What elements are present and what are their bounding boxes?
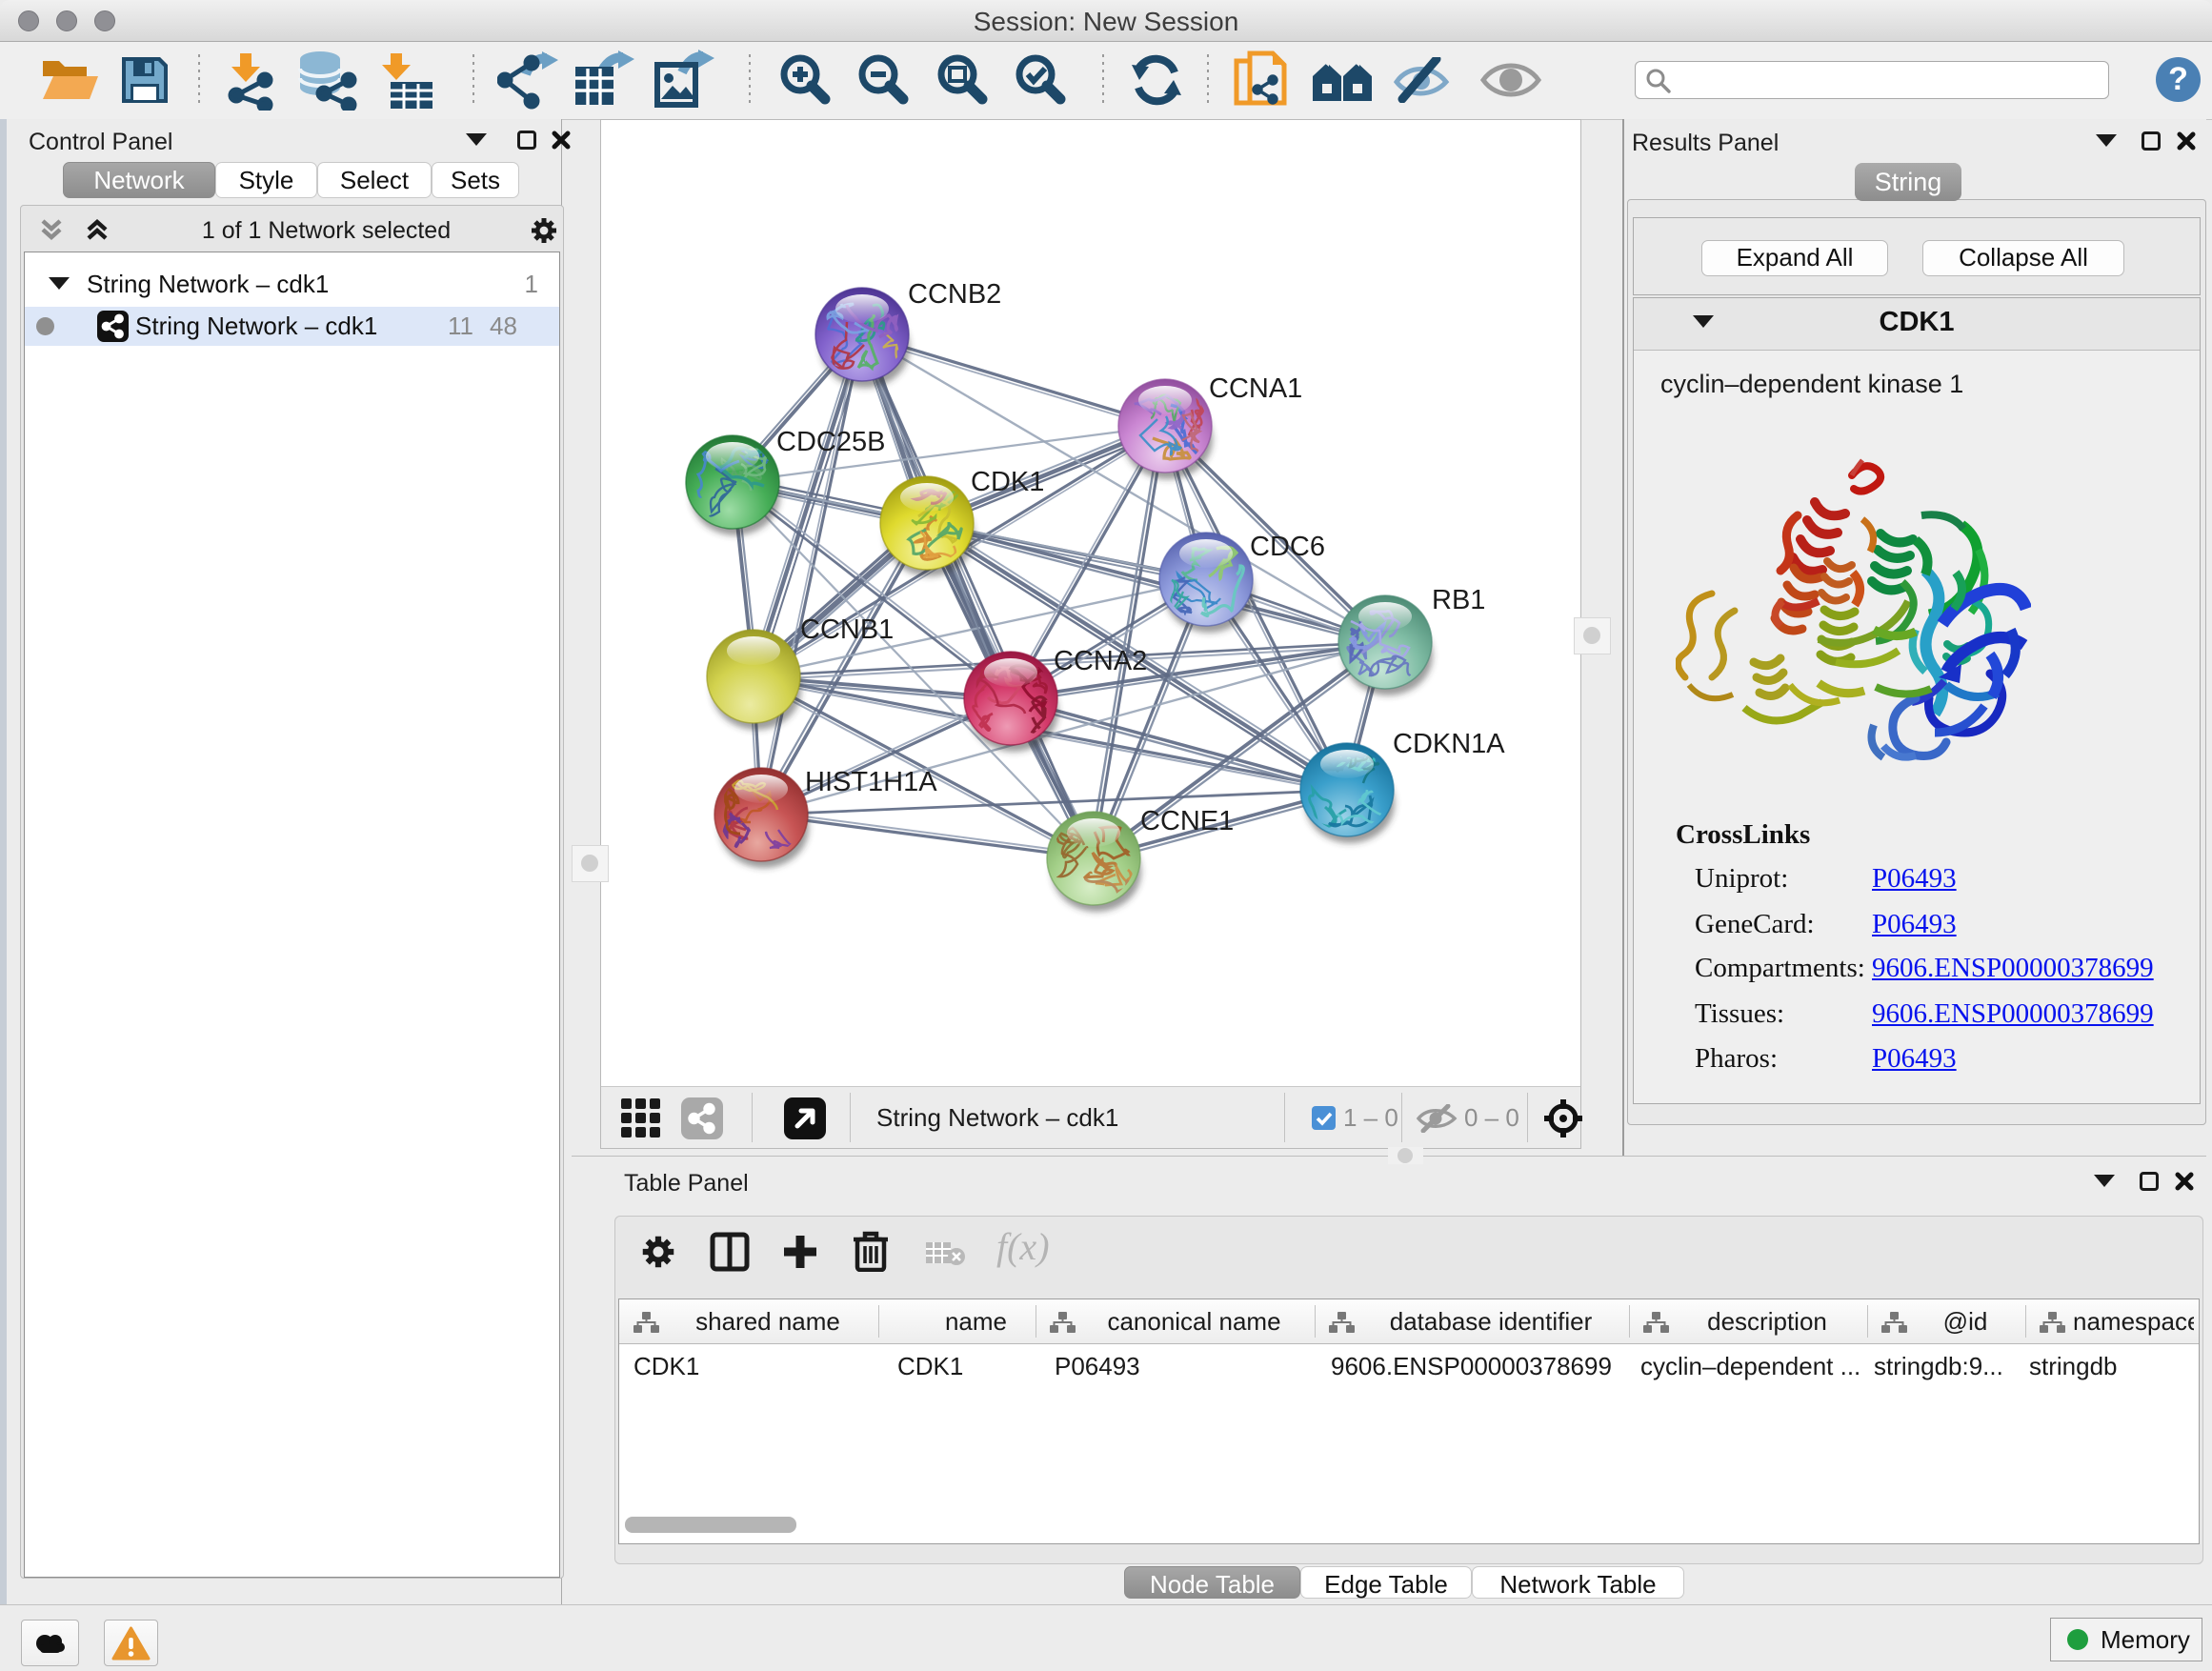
svg-text:CDC6: CDC6 bbox=[1250, 532, 1325, 562]
svg-text:CCNA2: CCNA2 bbox=[1054, 646, 1147, 676]
svg-text:CDK1: CDK1 bbox=[971, 467, 1044, 497]
svg-text:CCNB2: CCNB2 bbox=[908, 279, 1001, 310]
svg-text:CCNA1: CCNA1 bbox=[1209, 373, 1302, 404]
svg-text:RB1: RB1 bbox=[1432, 585, 1485, 615]
svg-text:CDKN1A: CDKN1A bbox=[1393, 729, 1505, 759]
svg-text:CCNE1: CCNE1 bbox=[1140, 806, 1234, 836]
svg-text:CCNB1: CCNB1 bbox=[800, 614, 894, 645]
svg-text:CDC25B: CDC25B bbox=[776, 427, 885, 457]
svg-text:HIST1H1A: HIST1H1A bbox=[805, 767, 937, 797]
